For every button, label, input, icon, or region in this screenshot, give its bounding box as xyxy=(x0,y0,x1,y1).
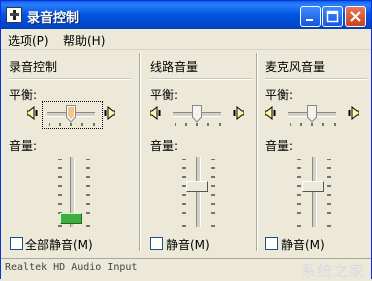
close-icon xyxy=(350,11,361,22)
menu-help[interactable]: 帮助(H) xyxy=(63,32,105,49)
balance-label: 平衡: xyxy=(265,88,294,102)
balance-ticks xyxy=(175,123,221,126)
column-separator xyxy=(256,53,258,251)
volume-ticks-right xyxy=(86,159,90,227)
window-title: 录音控制 xyxy=(27,11,80,26)
mixer-window: 录音控制 选项(P) 帮助(H) 录音控制 平衡: 音量: 全部静音(M) 线路… xyxy=(0,0,372,280)
watermark: 系统之家 xyxy=(300,262,365,280)
column-title: 线路音量 xyxy=(150,60,199,74)
column-divider xyxy=(150,78,252,80)
menu-options[interactable]: 选项(P) xyxy=(8,32,49,49)
mute-label[interactable]: 静音(M) xyxy=(281,236,325,253)
mute-checkbox[interactable] xyxy=(265,237,278,250)
minimize-icon xyxy=(306,19,313,21)
volume-ticks-right xyxy=(211,159,215,227)
volume-ticks-left xyxy=(297,159,301,227)
mute-all-checkbox[interactable] xyxy=(10,237,23,250)
column-divider xyxy=(265,78,367,80)
balance-ticks xyxy=(49,123,95,126)
speaker-right-icon xyxy=(104,106,115,120)
balance-slider-thumb[interactable] xyxy=(66,105,76,123)
balance-slider-thumb[interactable] xyxy=(307,105,317,123)
title-bar[interactable]: 录音控制 xyxy=(1,1,371,29)
volume-ticks-right xyxy=(327,159,331,227)
device-name: Realtek HD Audio Input xyxy=(5,262,138,273)
menu-bar: 选项(P) 帮助(H) xyxy=(1,29,371,50)
column-divider xyxy=(9,78,131,80)
speaker-right-icon xyxy=(348,106,359,120)
column-title: 录音控制 xyxy=(9,60,58,74)
volume-slider-thumb[interactable] xyxy=(186,180,208,192)
minimize-button[interactable] xyxy=(300,6,321,27)
balance-label: 平衡: xyxy=(9,88,38,102)
column-title: 麦克风音量 xyxy=(265,60,326,74)
mute-label[interactable]: 静音(M) xyxy=(166,236,210,253)
speaker-left-icon xyxy=(150,106,161,120)
volume-track[interactable] xyxy=(312,157,317,227)
volume-track[interactable] xyxy=(196,157,201,227)
app-icon[interactable] xyxy=(6,7,22,23)
speaker-left-icon xyxy=(265,106,276,120)
status-bar: Realtek HD Audio Input 系统之家 xyxy=(1,258,371,280)
volume-label: 音量: xyxy=(9,139,38,153)
volume-slider-thumb[interactable] xyxy=(60,213,82,225)
volume-slider-thumb[interactable] xyxy=(302,180,324,192)
maximize-button[interactable] xyxy=(322,6,343,27)
speaker-left-icon xyxy=(27,106,38,120)
maximize-icon xyxy=(326,10,339,23)
speaker-right-icon xyxy=(233,106,244,120)
balance-slider-thumb[interactable] xyxy=(192,105,202,123)
balance-ticks xyxy=(290,123,336,126)
volume-label: 音量: xyxy=(265,139,294,153)
mute-all-label[interactable]: 全部静音(M) xyxy=(25,236,93,253)
close-button[interactable] xyxy=(345,6,366,27)
volume-label: 音量: xyxy=(150,139,179,153)
mute-checkbox[interactable] xyxy=(150,237,163,250)
volume-ticks-left xyxy=(182,159,186,227)
column-separator xyxy=(139,53,141,251)
balance-label: 平衡: xyxy=(150,88,179,102)
